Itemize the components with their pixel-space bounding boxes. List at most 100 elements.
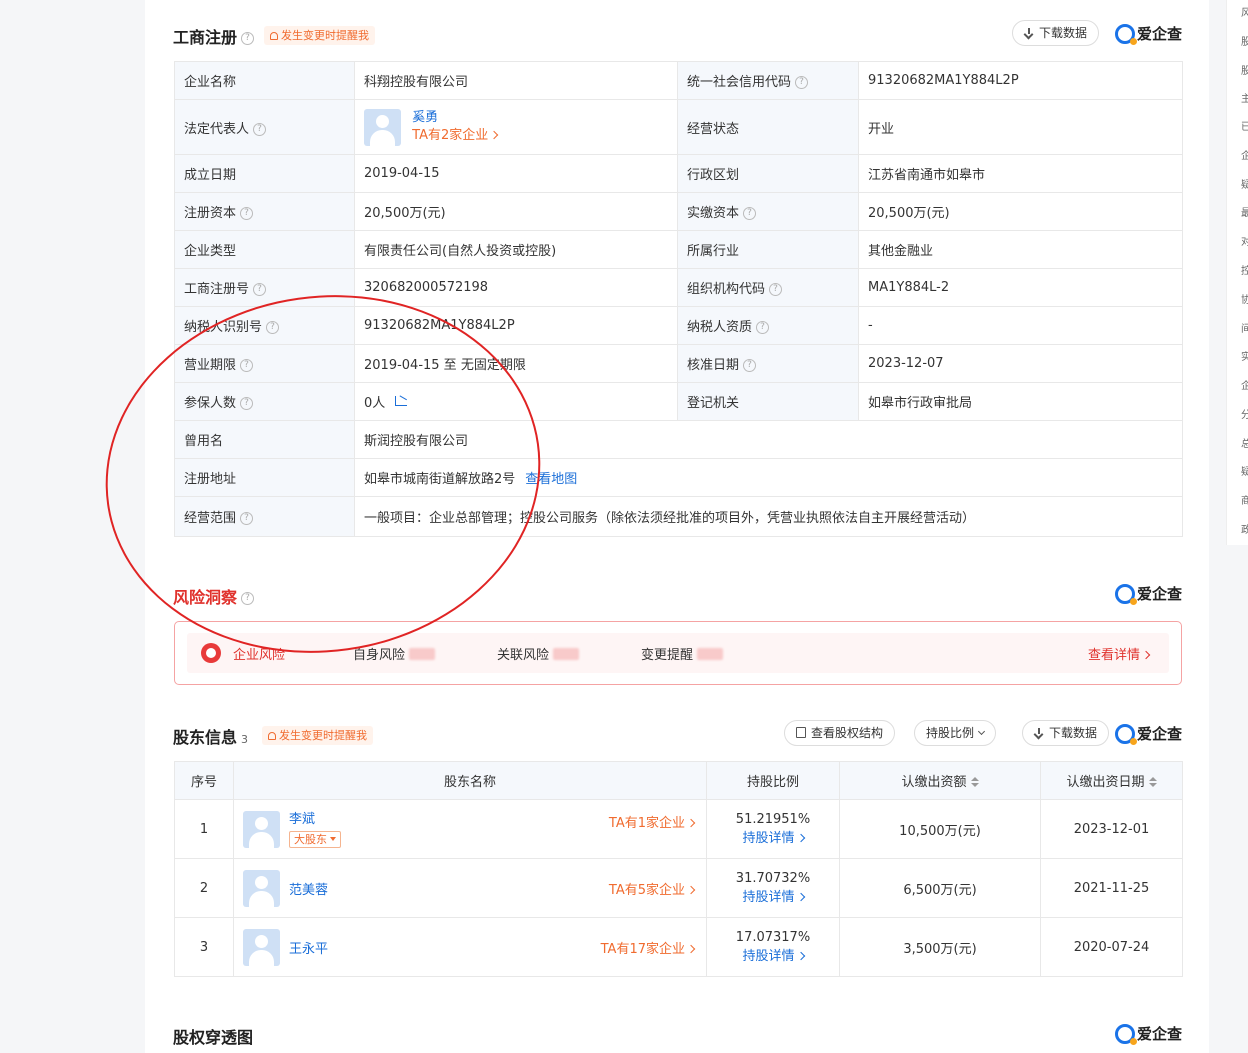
business-scope: 一般项目：企业总部管理；控股公司服务（除依法须经批准的项目外，凭营业执照依法自主…	[354, 496, 1183, 537]
side-nav-item[interactable]: 疑	[1241, 180, 1248, 192]
view-map-link[interactable]: 查看地图	[525, 472, 577, 487]
help-icon[interactable]: ?	[743, 359, 757, 372]
avatar[interactable]	[364, 108, 401, 146]
side-nav-item[interactable]: 最	[1241, 208, 1248, 220]
table-row: 工商注册号? 320682000572198 组织机构代码? MA1Y884L-…	[174, 268, 1183, 307]
table-row: 3 王永平 TA有17家企业 17.07317% 持股详情 3,500万(元) …	[174, 917, 1183, 977]
side-nav-item[interactable]: 分	[1241, 410, 1248, 422]
side-nav-item[interactable]: 已	[1241, 122, 1248, 134]
cell-label: 经营范围?	[174, 496, 355, 537]
side-nav-item[interactable]: 间	[1241, 324, 1248, 336]
cell-label: 纳税人识别号?	[174, 306, 355, 345]
cell-label: 行政区划	[677, 154, 859, 193]
shareholder-name[interactable]: 王永平	[289, 938, 328, 957]
cell-label: 工商注册号?	[174, 268, 355, 307]
table-row: 参保人数? 0人 登记机关 如皋市行政审批局	[174, 382, 1183, 421]
side-nav-item[interactable]: 政	[1241, 525, 1248, 537]
column-header-sortable[interactable]: 认缴出资日期	[1040, 761, 1183, 800]
cell-label: 经营状态	[677, 99, 859, 155]
side-nav-item[interactable]: 股	[1241, 37, 1248, 49]
table-row: 曾用名 斯润控股有限公司	[174, 420, 1183, 459]
major-shareholder-tag[interactable]: 大股东	[289, 830, 341, 848]
ratio-cell: 31.70732% 持股详情	[706, 858, 840, 918]
download-icon	[1034, 728, 1044, 738]
legal-rep-name[interactable]: 奚勇	[412, 109, 497, 127]
cell-label: 曾用名	[174, 420, 355, 459]
side-nav-item[interactable]: 对	[1241, 237, 1248, 249]
legal-rep-companies-link[interactable]: TA有2家企业	[412, 127, 499, 145]
help-icon[interactable]: ?	[743, 207, 757, 220]
row-number: 2	[174, 858, 234, 918]
side-nav-item[interactable]: 控	[1241, 266, 1248, 278]
avatar[interactable]	[243, 810, 280, 848]
shareholder-name[interactable]: 李斌	[289, 811, 341, 829]
remind-button[interactable]: 发生变更时提醒我	[262, 726, 373, 745]
self-risk-item[interactable]: 自身风险	[353, 644, 436, 663]
side-nav-item[interactable]: 主	[1241, 94, 1248, 106]
side-nav-item[interactable]: 企	[1241, 151, 1248, 163]
help-icon[interactable]: ?	[266, 321, 280, 334]
region-value: 江苏省南通市如皋市	[858, 154, 1183, 193]
avatar[interactable]	[243, 928, 280, 966]
help-icon[interactable]: ?	[240, 359, 254, 372]
side-nav-item[interactable]: 总	[1241, 439, 1248, 451]
column-header-sortable[interactable]: 认缴出资额	[839, 761, 1041, 800]
share-ratio: 51.21951%	[735, 812, 811, 827]
holding-detail-link[interactable]: 持股详情	[742, 831, 805, 846]
risk-panel[interactable]: 企业风险 自身风险 关联风险 变更提醒 查看详情	[174, 621, 1182, 685]
view-equity-structure-button[interactable]: 查看股权结构	[783, 720, 895, 746]
shareholder-companies-link[interactable]: TA有17家企业	[601, 938, 696, 957]
side-nav-item[interactable]: 疑	[1241, 467, 1248, 479]
help-icon[interactable]: ?	[769, 283, 783, 296]
equity-header: 股权穿透图 爱企查	[173, 1020, 1182, 1050]
column-header: 持股比例	[706, 761, 840, 800]
side-nav-rail: 风 股 股 主 已 企 疑 最 对 控 协 间 实 企 分 总 疑 商 政	[1226, 0, 1248, 545]
remind-button[interactable]: 发生变更时提醒我	[264, 26, 375, 45]
side-nav-item[interactable]: 商	[1241, 496, 1248, 508]
help-icon[interactable]: ?	[241, 592, 255, 605]
side-nav-item[interactable]: 实	[1241, 352, 1248, 364]
side-nav-item[interactable]: 协	[1241, 295, 1248, 307]
shareholder-cell: 范美蓉 TA有5家企业	[233, 858, 707, 918]
shareholder-name[interactable]: 范美蓉	[289, 879, 328, 898]
download-button[interactable]: 下载数据	[1021, 720, 1109, 746]
shareholder-companies-link[interactable]: TA有1家企业	[609, 812, 696, 831]
shareholder-count: 3	[241, 733, 249, 746]
cell-label: 统一社会信用代码?	[677, 61, 859, 100]
view-details-link[interactable]: 查看详情	[1088, 644, 1151, 663]
holding-detail-link[interactable]: 持股详情	[742, 949, 805, 964]
shareholder-companies-link[interactable]: TA有5家企业	[609, 879, 696, 898]
help-icon[interactable]: ?	[240, 512, 254, 525]
help-icon[interactable]: ?	[241, 32, 255, 45]
side-nav-item[interactable]: 风	[1241, 8, 1248, 20]
chevron-right-icon	[796, 833, 805, 843]
help-icon[interactable]: ?	[240, 207, 254, 220]
help-icon[interactable]: ?	[253, 283, 267, 296]
change-alert-item[interactable]: 变更提醒	[641, 644, 724, 663]
org-code: MA1Y884L-2	[858, 268, 1183, 307]
trend-chart-icon[interactable]	[395, 396, 408, 406]
side-nav-item[interactable]: 股	[1241, 66, 1248, 78]
related-risk-item[interactable]: 关联风险	[497, 644, 580, 663]
shareholders-title: 股东信息 3	[173, 728, 249, 747]
chevron-right-icon	[686, 818, 696, 827]
risk-header: 风险洞察? 爱企查	[173, 580, 1182, 610]
ratio-dropdown[interactable]: 持股比例	[913, 720, 996, 746]
avatar[interactable]	[243, 869, 280, 907]
help-icon[interactable]: ?	[795, 76, 809, 89]
holding-detail-link[interactable]: 持股详情	[742, 890, 805, 905]
help-icon[interactable]: ?	[240, 397, 254, 410]
chevron-right-icon	[686, 885, 696, 894]
equity-title: 股权穿透图	[173, 1028, 254, 1047]
download-button[interactable]: 下载数据	[1011, 20, 1099, 46]
bell-icon	[270, 32, 278, 40]
help-icon[interactable]: ?	[253, 122, 267, 136]
table-row: 成立日期 2019-04-15 行政区划 江苏省南通市如皋市	[174, 154, 1183, 193]
cell-label: 登记机关	[677, 382, 859, 421]
help-icon[interactable]: ?	[756, 321, 770, 334]
cell-label: 所属行业	[677, 230, 859, 269]
ratio-cell: 17.07317% 持股详情	[706, 917, 840, 977]
side-nav-item[interactable]: 企	[1241, 381, 1248, 393]
aiqicha-logo-icon	[1114, 583, 1137, 605]
table-row: 营业期限? 2019-04-15 至 无固定期限 核准日期? 2023-12-0…	[174, 344, 1183, 383]
